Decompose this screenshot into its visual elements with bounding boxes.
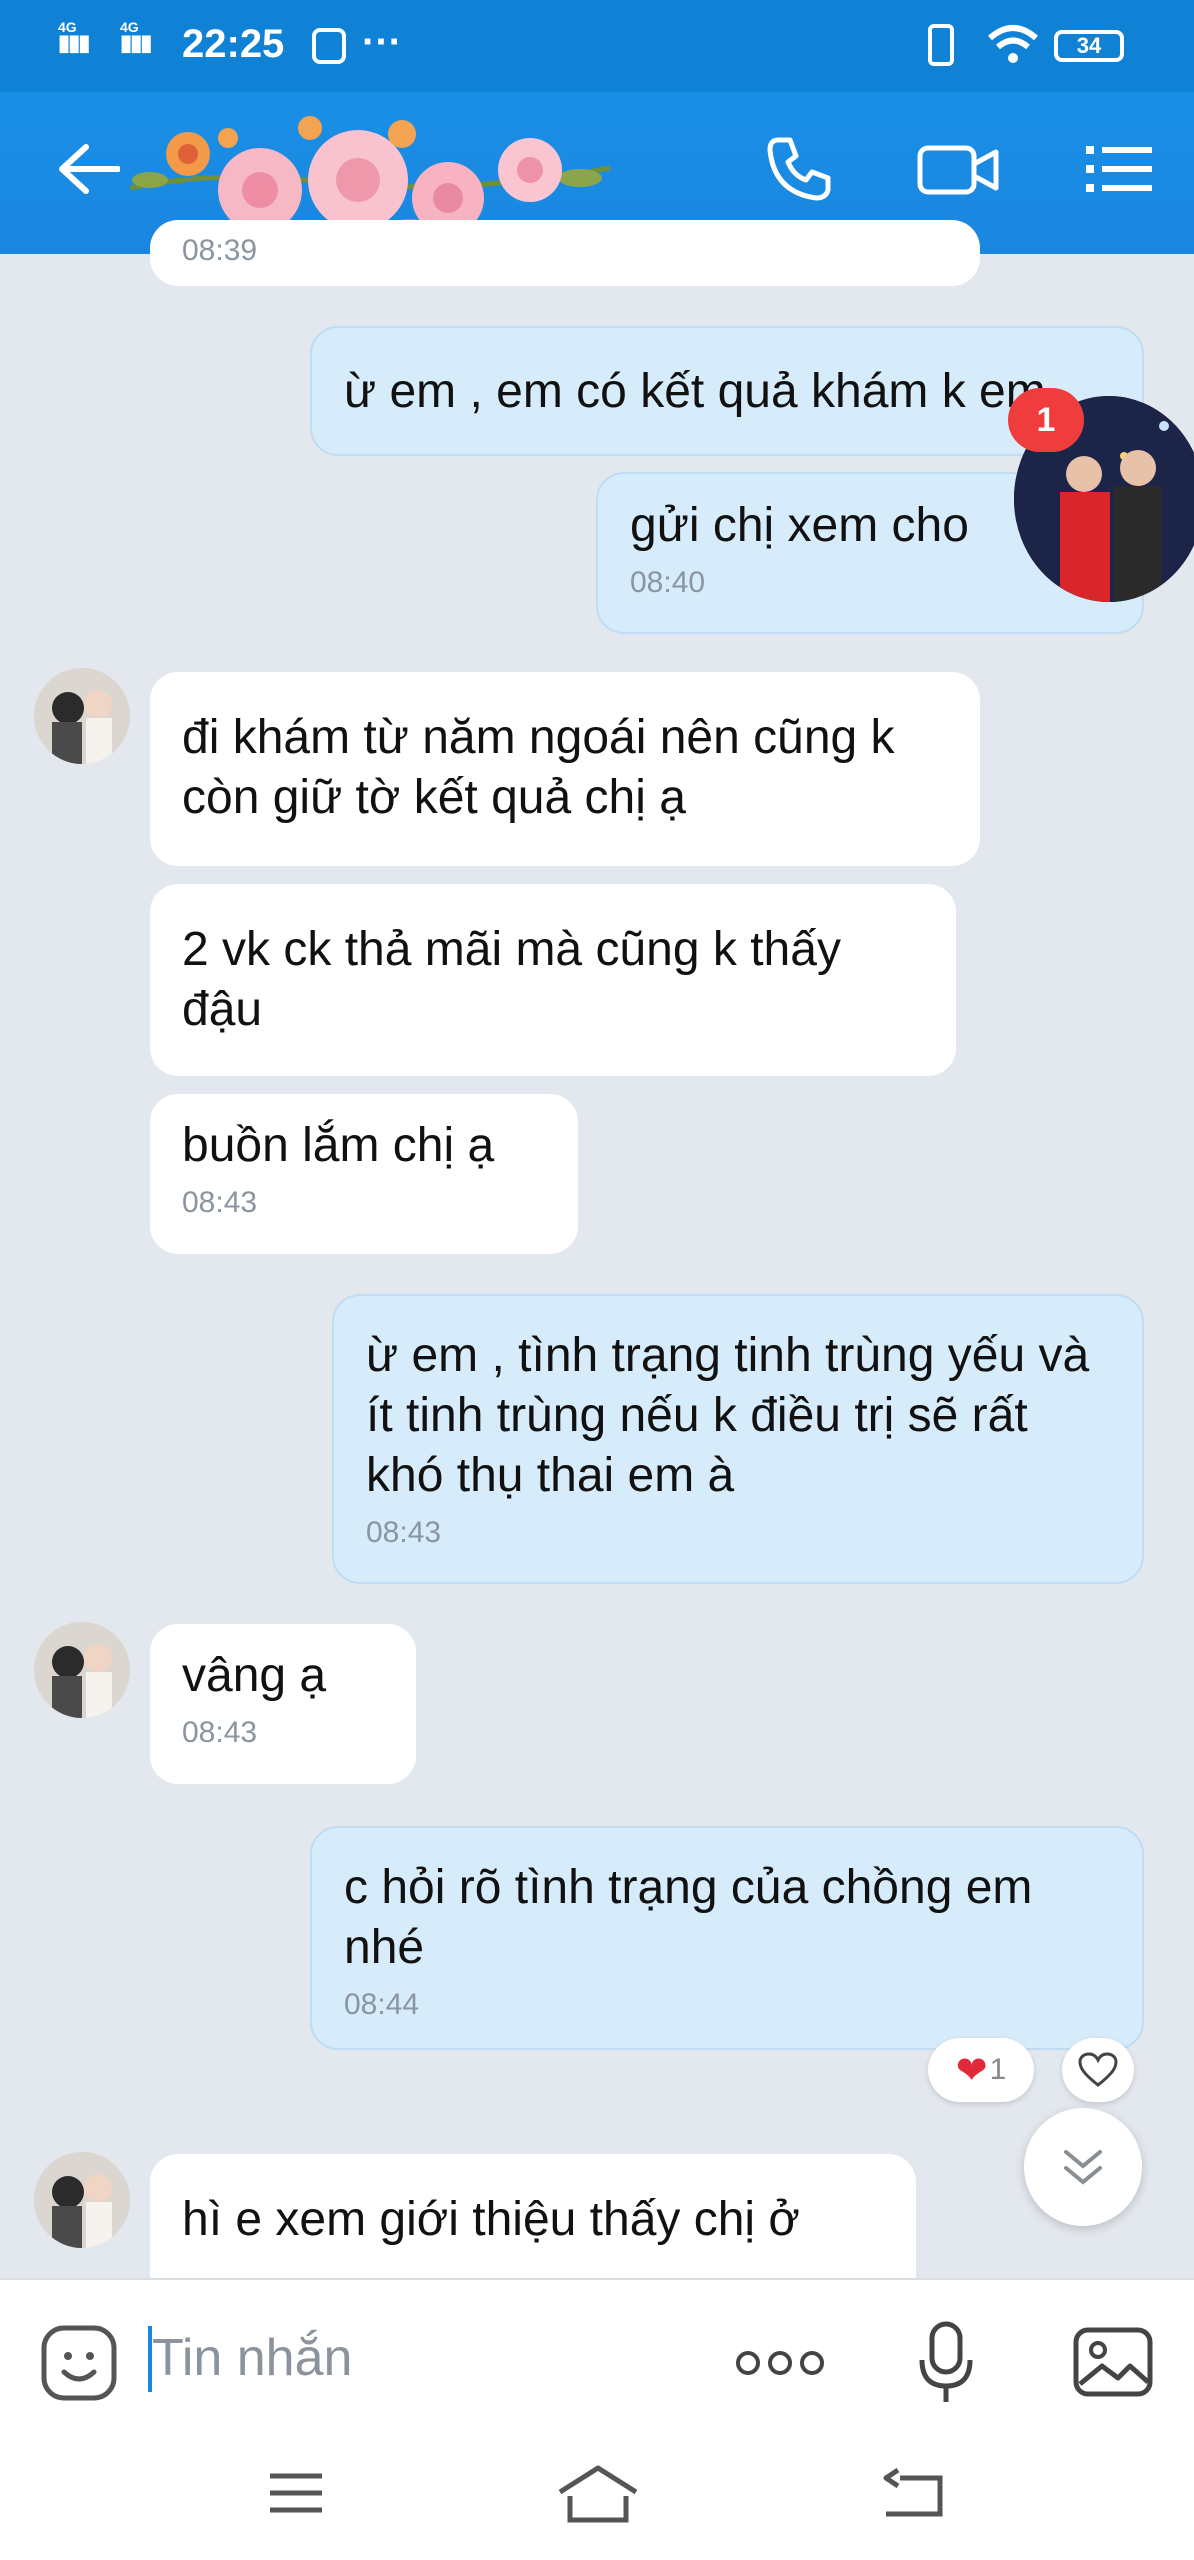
reaction-badge[interactable]: ❤ 1 <box>928 2038 1034 2102</box>
status-bar: 4G ▮▮▮ 4G ▮▮▮ 22:25 ··· 34 <box>0 0 1194 92</box>
message-text: ừ em , tình trạng tinh trùng yếu và ít t… <box>366 1329 1090 1502</box>
message-bubble-incoming[interactable]: 2 vk ck thả mãi mà cũng k thấy đậu <box>150 884 956 1076</box>
message-bubble-incoming[interactable]: buồn lắm chị ạ 08:43 <box>150 1094 578 1254</box>
message-bubble-outgoing[interactable]: c hỏi rõ tình trạng của chồng em nhé 08:… <box>310 1826 1144 2050</box>
wifi-icon <box>988 25 1038 63</box>
message-bubble-incoming[interactable]: đi khám từ năm ngoái nên cũng k còn giữ … <box>150 672 980 866</box>
back-navigation-icon[interactable] <box>880 2468 944 2520</box>
message-text: buồn lắm chị ạ <box>182 1119 495 1172</box>
home-icon[interactable] <box>556 2464 640 2524</box>
more-options-icon[interactable] <box>734 2346 826 2380</box>
recent-apps-icon[interactable] <box>266 2468 326 2518</box>
list-menu-icon[interactable] <box>1082 134 1156 204</box>
heart-icon: ❤ <box>955 2049 988 2092</box>
notification-app-icon <box>312 28 346 64</box>
message-bubble-outgoing[interactable]: ừ em , tình trạng tinh trùng yếu và ít t… <box>332 1294 1144 1584</box>
scroll-to-bottom-button[interactable] <box>1024 2108 1142 2226</box>
react-heart-button[interactable] <box>1062 2038 1134 2102</box>
message-text: c hỏi rõ tình trạng của chồng em nhé <box>344 1861 1033 1974</box>
message-text: vâng ạ <box>182 1649 327 1702</box>
message-time: 08:43 <box>366 1516 442 1549</box>
image-gallery-icon[interactable] <box>1072 2326 1154 2398</box>
message-text: đi khám từ năm ngoái nên cũng k còn giữ … <box>182 711 895 824</box>
message-input[interactable]: Tin nhắn <box>152 2328 352 2388</box>
sticker-emoji-icon[interactable] <box>40 2324 118 2402</box>
microphone-icon[interactable] <box>916 2320 976 2406</box>
reaction-count: 1 <box>989 2053 1007 2086</box>
message-time: 08:44 <box>344 1988 420 2021</box>
message-text: 2 vk ck thả mãi mà cũng k thấy đậu <box>182 923 841 1036</box>
system-navigation-bar <box>0 2438 1194 2560</box>
message-time: 08:43 <box>182 1186 258 1219</box>
battery-indicator: 34 <box>1054 30 1124 62</box>
status-time: 22:25 <box>182 22 285 66</box>
contact-avatar[interactable] <box>34 2152 130 2248</box>
message-time: 08:39 <box>182 234 258 267</box>
unread-badge: 1 <box>1008 388 1084 452</box>
video-camera-icon[interactable] <box>916 134 1000 204</box>
signal-indicator-2: 4G ▮▮▮ <box>120 19 152 55</box>
signal-indicator-1: 4G ▮▮▮ <box>58 19 90 55</box>
contact-avatar[interactable] <box>34 1622 130 1718</box>
phone-icon[interactable] <box>764 134 834 204</box>
vibrate-icon <box>928 24 954 66</box>
message-text: ừ em , em có kết quả khám k em <box>344 365 1046 418</box>
double-chevron-down-icon <box>1064 2150 1102 2185</box>
message-text: hì e xem giới thiệu thấy chị ở <box>182 2193 800 2246</box>
contact-avatar[interactable] <box>34 668 130 764</box>
message-time: 08:43 <box>182 1716 258 1749</box>
more-notifications: ··· <box>362 20 402 64</box>
message-input-bar: Tin nhắn <box>0 2278 1194 2438</box>
message-time: 08:40 <box>630 566 706 599</box>
message-bubble-incoming[interactable]: 08:39 <box>150 220 980 286</box>
message-bubble-incoming[interactable]: vâng ạ 08:43 <box>150 1624 416 1784</box>
heart-outline-icon <box>1078 2052 1118 2087</box>
